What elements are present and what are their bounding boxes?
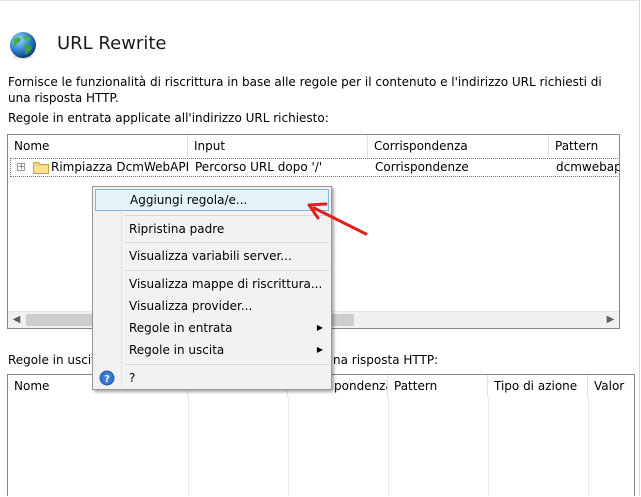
outbound-label-left: Regole in uscita bbox=[8, 353, 104, 367]
menu-separator bbox=[125, 215, 329, 216]
column-header-pattern[interactable]: Pattern bbox=[388, 375, 488, 397]
column-divider bbox=[588, 397, 589, 496]
row-pattern: dcmwebapi( bbox=[556, 160, 619, 174]
column-header-nome[interactable]: Nome bbox=[8, 135, 188, 157]
submenu-arrow-icon: ▶ bbox=[316, 323, 323, 332]
column-divider bbox=[188, 397, 189, 496]
context-menu: Aggiungi regola/e... Ripristina padre Vi… bbox=[92, 186, 332, 390]
submenu-arrow-icon: ▶ bbox=[316, 345, 323, 354]
column-header-valore[interactable]: Valor bbox=[588, 375, 634, 397]
column-divider bbox=[488, 397, 489, 496]
row-name: Rimpiazza DcmWebAPI ... bbox=[51, 160, 191, 174]
menu-separator bbox=[125, 270, 329, 271]
globe-icon bbox=[10, 32, 36, 59]
menu-item-help[interactable]: ? bbox=[95, 367, 329, 389]
outbound-rules-label: Regole in uscita bbox=[8, 353, 103, 367]
menu-item-inbound-rules[interactable]: Regole in entrata ▶ bbox=[95, 317, 329, 339]
column-header-corrispondenza-text: pondenza bbox=[334, 379, 388, 393]
menu-item-outbound-rules[interactable]: Regole in uscita ▶ bbox=[95, 339, 329, 361]
column-divider bbox=[288, 397, 289, 496]
menu-item-view-providers[interactable]: Visualizza provider... bbox=[95, 295, 329, 317]
column-divider bbox=[388, 397, 389, 496]
menu-item-inbound-rules-label: Regole in entrata bbox=[129, 321, 233, 335]
page-description: Fornisce le funzionalità di riscrittura … bbox=[8, 75, 602, 105]
menu-separator bbox=[125, 242, 329, 243]
column-header-input[interactable]: Input bbox=[188, 135, 368, 157]
menu-item-add-rule[interactable]: Aggiungi regola/e... bbox=[95, 189, 329, 211]
column-header-tipo-azione[interactable]: Tipo di azione bbox=[488, 375, 588, 397]
annotation-arrow-icon bbox=[307, 202, 368, 236]
expand-icon[interactable]: + bbox=[17, 163, 25, 171]
menu-separator bbox=[125, 364, 329, 365]
row-input: Percorso URL dopo '/' bbox=[195, 160, 323, 174]
inbound-rules-label: Regole in entrata applicate all'indirizz… bbox=[8, 111, 329, 125]
scroll-right-icon[interactable]: ▶ bbox=[602, 312, 619, 328]
row-match: Corrispondenze bbox=[375, 160, 469, 174]
outbound-label-right: na risposta HTTP: bbox=[333, 353, 439, 367]
page-title: URL Rewrite bbox=[57, 33, 167, 54]
scroll-left-icon[interactable]: ◀ bbox=[8, 312, 25, 328]
folder-icon bbox=[33, 162, 49, 174]
column-header-corrispondenza[interactable]: Corrispondenza bbox=[368, 135, 549, 157]
menu-item-outbound-rules-label: Regole in uscita bbox=[129, 343, 225, 357]
menu-item-revert-parent[interactable]: Ripristina padre bbox=[95, 218, 329, 240]
table-row[interactable]: + Rimpiazza DcmWebAPI ... Percorso URL d… bbox=[10, 158, 619, 177]
menu-item-view-rewrite-maps[interactable]: Visualizza mappe di riscrittura... bbox=[95, 273, 329, 295]
outbound-rules-table: Nome pondenza Pattern Tipo di azione Val… bbox=[7, 374, 635, 496]
menu-item-view-server-variables[interactable]: Visualizza variabili server... bbox=[95, 245, 329, 267]
column-header-pattern[interactable]: Pattern bbox=[549, 135, 619, 157]
